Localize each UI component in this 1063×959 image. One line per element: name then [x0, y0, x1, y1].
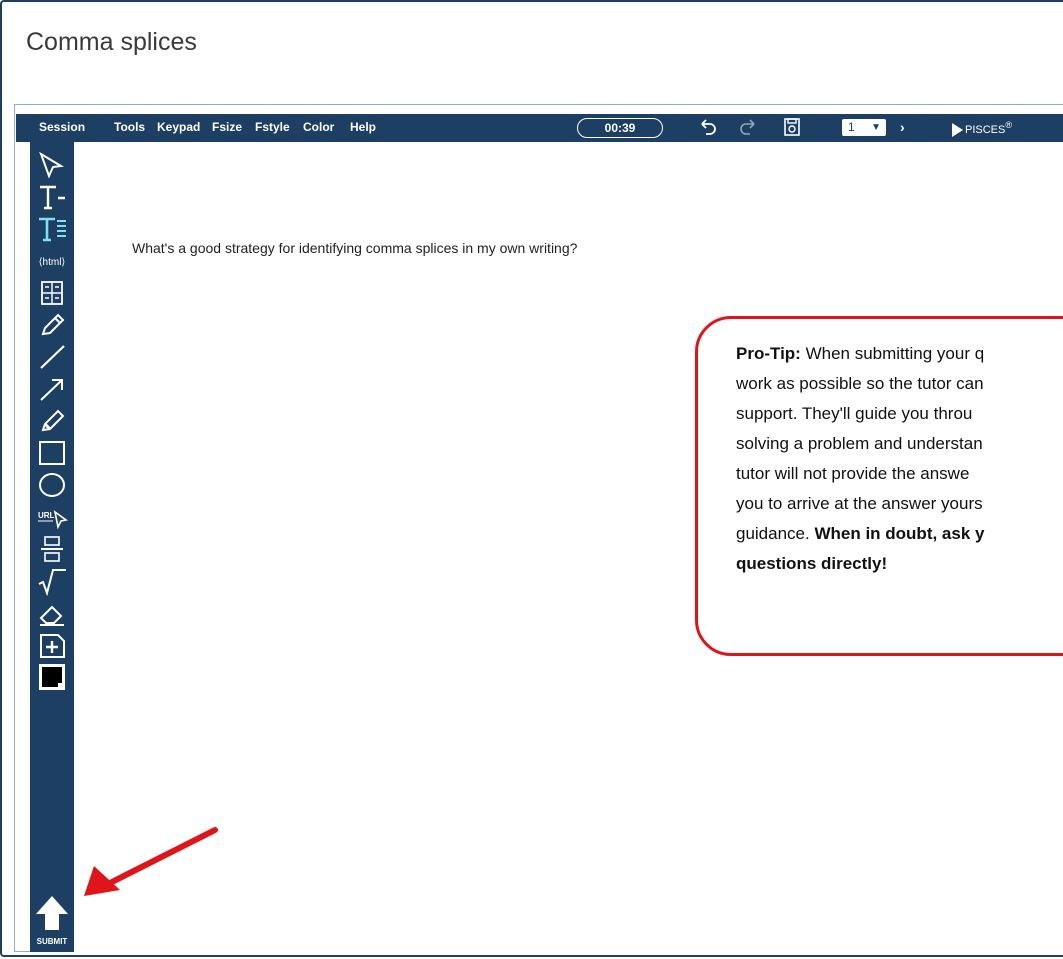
color-swatch-icon[interactable]: [34, 662, 70, 692]
annotation-arrow-icon: [84, 827, 218, 896]
ellipse-tool-icon[interactable]: [34, 470, 70, 500]
menu-tools[interactable]: Tools: [114, 120, 145, 134]
undo-icon[interactable]: [696, 116, 718, 144]
protip-line-5: tutor will not provide the answe: [736, 464, 970, 483]
svg-text:URL: URL: [38, 511, 55, 520]
protip-line-4: solving a problem and understan: [736, 434, 983, 453]
pisces-brand-text: PISCES: [965, 123, 1006, 136]
chevron-down-icon: ▼: [871, 122, 881, 133]
menu-help[interactable]: Help: [350, 120, 376, 134]
html-tool-icon[interactable]: ⟨html⟩: [34, 246, 70, 276]
protip-line-8: questions directly!: [736, 549, 1063, 579]
select-tool-icon[interactable]: [34, 150, 70, 180]
text-tool-icon[interactable]: [34, 182, 70, 212]
menu-keypad[interactable]: Keypad: [157, 120, 200, 134]
pisces-registered-mark: ®: [1005, 120, 1012, 130]
menu-fsize[interactable]: Fsize: [212, 120, 242, 134]
url-tool-icon[interactable]: URL: [34, 502, 70, 532]
page-select[interactable]: 1 ▼: [842, 119, 886, 136]
protip-callout: Pro-Tip: When submitting your q work as …: [695, 316, 1063, 656]
page-select-value: 1: [848, 120, 855, 134]
pencil-tool-icon[interactable]: [34, 310, 70, 340]
protip-line-1-text: When submitting your q: [800, 344, 985, 363]
highlighter-tool-icon[interactable]: [34, 406, 70, 436]
pisces-mark-icon: [952, 122, 963, 137]
page-title: Comma splices: [26, 28, 197, 56]
line-tool-icon[interactable]: [34, 342, 70, 372]
page: Comma splices Session Tools Keypad Fsize…: [0, 0, 1063, 959]
sqrt-tool-icon[interactable]: [34, 566, 70, 596]
submit-button[interactable]: SUBMIT: [30, 890, 74, 950]
add-page-icon[interactable]: [34, 630, 70, 660]
fraction-tool-icon[interactable]: [34, 534, 70, 564]
arrow-tool-icon[interactable]: [34, 374, 70, 404]
eraser-tool-icon[interactable]: [34, 598, 70, 628]
protip-line-1: Pro-Tip: When submitting your q: [736, 339, 1063, 369]
session-timer: 00:39: [577, 118, 663, 138]
protip-line-6: you to arrive at the answer yours: [736, 494, 983, 513]
save-icon[interactable]: [781, 116, 803, 144]
rectangle-tool-icon[interactable]: [34, 438, 70, 468]
svg-text:⟨html⟩: ⟨html⟩: [39, 257, 66, 268]
tool-sidebar: ⟨html⟩ URL SUBMIT: [30, 142, 74, 952]
protip-label: Pro-Tip:: [736, 344, 801, 363]
menu-fstyle[interactable]: Fstyle: [255, 120, 290, 134]
pisces-logo: PISCES®: [952, 120, 1012, 137]
text-box-tool-icon[interactable]: [34, 214, 70, 244]
protip-line-2: work as possible so the tutor can: [736, 374, 984, 393]
next-page-icon[interactable]: ›: [900, 119, 905, 135]
menu-session[interactable]: Session: [39, 120, 85, 134]
question-text: What's a good strategy for identifying c…: [132, 240, 578, 256]
menubar: Session Tools Keypad Fsize Fstyle Color …: [16, 114, 1063, 142]
submit-label: SUBMIT: [36, 937, 68, 946]
keypad-tool-icon[interactable]: [34, 278, 70, 308]
protip-line-7-text: guidance.: [736, 524, 815, 543]
menu-color[interactable]: Color: [303, 120, 334, 134]
protip-line-7-bold: When in doubt, ask y: [814, 524, 985, 543]
protip-line-7: guidance. When in doubt, ask y: [736, 519, 1063, 549]
upload-arrow-icon: [36, 896, 68, 930]
protip-line-8-bold: questions directly!: [736, 554, 888, 573]
protip-line-3: support. They'll guide you throu: [736, 404, 973, 423]
redo-icon[interactable]: [738, 116, 760, 144]
